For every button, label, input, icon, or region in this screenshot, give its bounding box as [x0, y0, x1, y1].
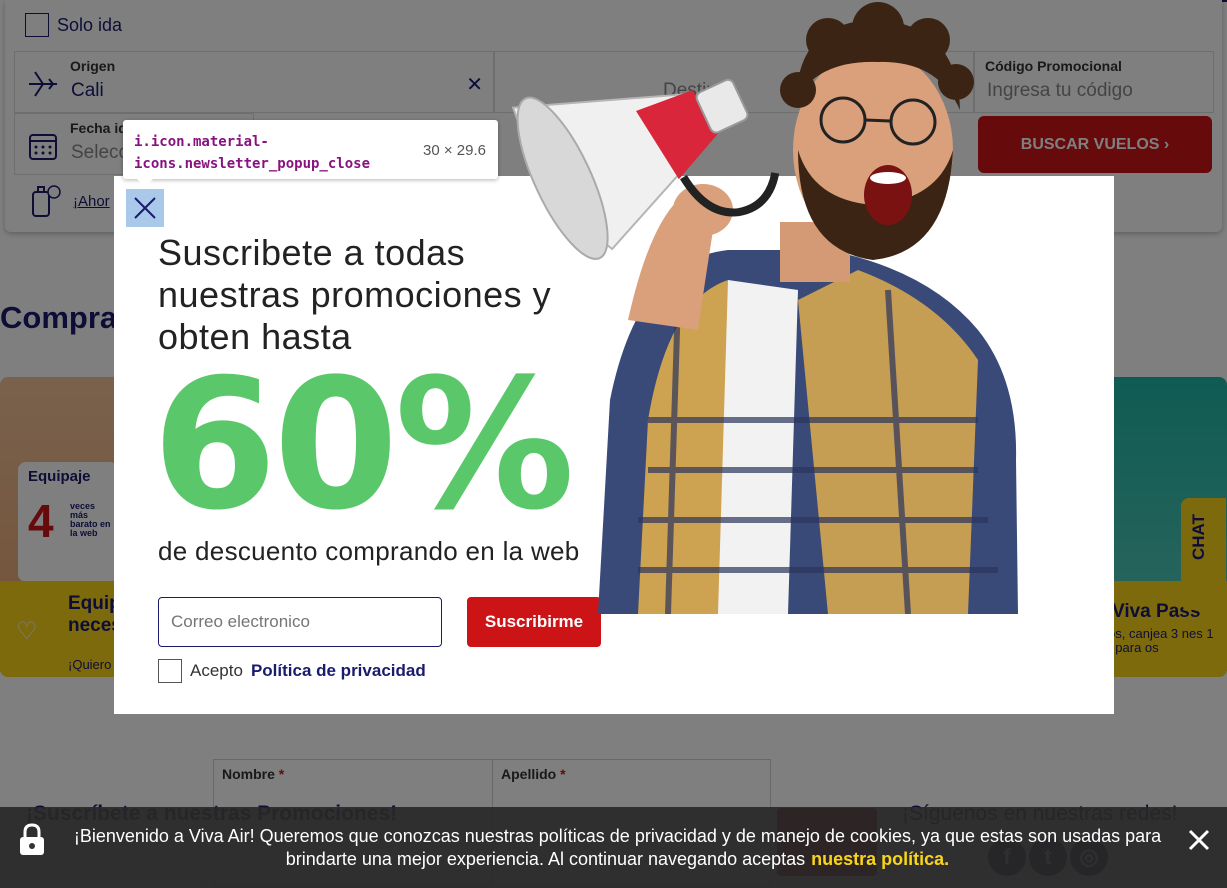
- newsletter-email-input[interactable]: [158, 597, 442, 647]
- cookie-banner: ¡Bienvenido a Viva Air! Queremos que con…: [0, 807, 1227, 888]
- megaphone-man-image: [511, 2, 1018, 614]
- cookie-message: ¡Bienvenido a Viva Air! Queremos que con…: [73, 826, 1162, 869]
- acepto-label: Acepto: [190, 661, 243, 680]
- cookie-policy-link[interactable]: nuestra política.: [811, 849, 949, 869]
- tooltip-selector: i.icon.material-icons.newsletter_popup_c…: [134, 134, 371, 172]
- tooltip-arrow: [137, 179, 153, 187]
- close-icon[interactable]: [132, 195, 158, 221]
- cookie-message-block: ¡Bienvenido a Viva Air! Queremos que con…: [70, 825, 1165, 871]
- newsletter-popup-close-icon[interactable]: [126, 189, 164, 227]
- lock-icon: [20, 823, 44, 855]
- element-inspector-tooltip: i.icon.material-icons.newsletter_popup_c…: [123, 120, 498, 187]
- privacy-policy-link[interactable]: Política de privacidad: [251, 661, 426, 681]
- cookie-close-icon[interactable]: [1186, 827, 1212, 853]
- privacy-consent: Acepto Política de privacidad: [158, 659, 426, 683]
- tooltip-dimensions: 30 × 29.6: [423, 142, 486, 159]
- privacy-checkbox[interactable]: [158, 659, 182, 683]
